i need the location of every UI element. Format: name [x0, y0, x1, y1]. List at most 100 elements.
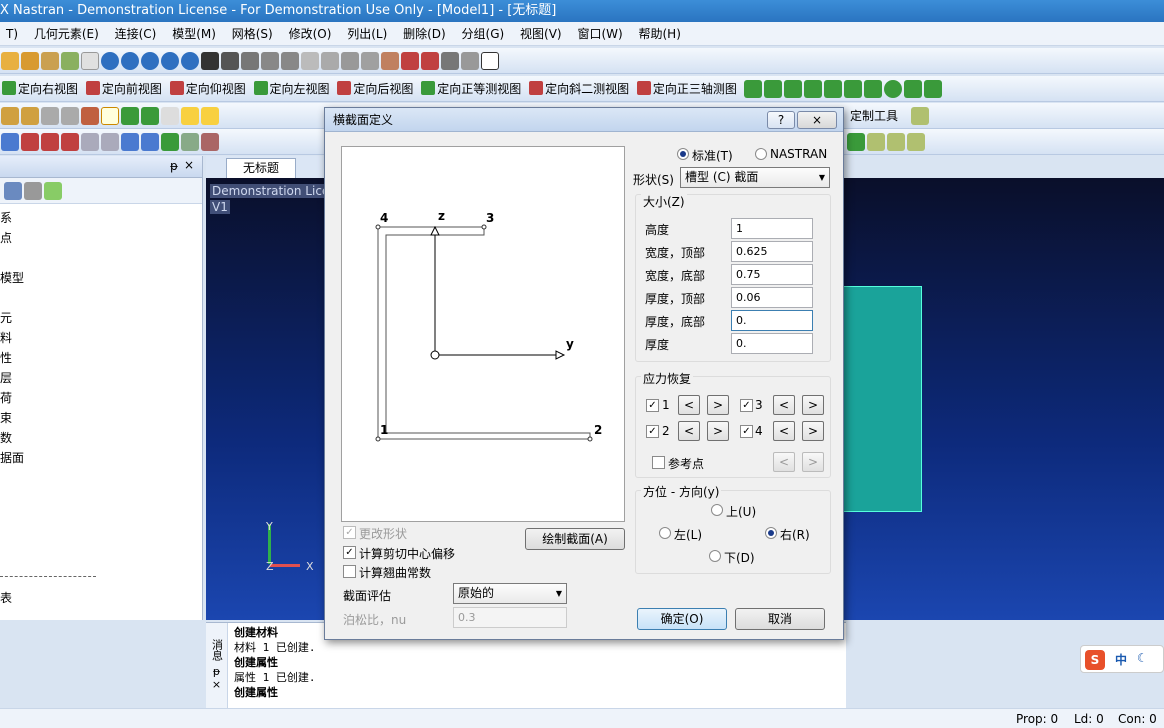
edit-icon[interactable]	[101, 107, 119, 125]
stress-4-prev-button[interactable]: <	[773, 421, 795, 441]
tool-icon[interactable]	[181, 133, 199, 151]
view-right-button[interactable]: 定向右视图	[2, 80, 78, 98]
tool-icon[interactable]	[1, 133, 19, 151]
menu-item-help[interactable]: 帮助(H)	[633, 22, 687, 46]
menu-item-mesh[interactable]: 网格(S)	[226, 22, 279, 46]
tool-icon[interactable]	[81, 133, 99, 151]
menu-item-group[interactable]: 分组(G)	[456, 22, 511, 46]
tool-icon[interactable]	[161, 133, 179, 151]
globe-icon[interactable]	[101, 52, 119, 70]
tool-icon[interactable]	[61, 133, 79, 151]
stress-4-next-button[interactable]: >	[802, 421, 824, 441]
rotate-icon[interactable]	[221, 52, 239, 70]
tree-item[interactable]: 料	[0, 328, 202, 348]
tree-item[interactable]: 层	[0, 368, 202, 388]
stress-1-prev-button[interactable]: <	[678, 395, 700, 415]
stress-point-2-checkbox[interactable]: ✓	[646, 425, 659, 438]
pin-icon[interactable]: ᵽ	[170, 159, 178, 173]
tree-item[interactable]: 表	[0, 588, 12, 608]
calc-warp-checkbox[interactable]	[343, 565, 356, 578]
green-tool-icon[interactable]	[763, 80, 782, 98]
green-tool-icon[interactable]	[783, 80, 802, 98]
width-top-input[interactable]: 0.625	[731, 241, 813, 262]
view-left-button[interactable]: 定向左视图	[253, 80, 330, 98]
height-input[interactable]: 1	[731, 218, 813, 239]
tool-icon[interactable]	[887, 133, 905, 151]
tool-icon[interactable]	[867, 133, 885, 151]
tab-untitled[interactable]: 无标题	[226, 158, 296, 178]
layers-icon[interactable]	[341, 52, 359, 70]
mesh-icon[interactable]	[61, 52, 79, 70]
menu-item[interactable]: T)	[0, 22, 24, 46]
menu-item-model[interactable]: 模型(M)	[166, 22, 222, 46]
select-icon[interactable]	[401, 52, 419, 70]
view-bottom-button[interactable]: 定向仰视图	[169, 80, 246, 98]
menu-item-view[interactable]: 视图(V)	[514, 22, 568, 46]
green-tool-icon[interactable]	[823, 80, 842, 98]
tree-item[interactable]: 据面	[0, 448, 202, 468]
standard-radio[interactable]	[677, 148, 689, 160]
view-dimetric-button[interactable]: 定向斜二测视图	[529, 80, 629, 98]
tree-item[interactable]: 数	[0, 428, 202, 448]
tool-icon[interactable]	[141, 107, 159, 125]
tool-icon[interactable]	[201, 133, 219, 151]
numbering-icon[interactable]	[161, 107, 179, 125]
orient-down-radio[interactable]	[709, 550, 721, 562]
render-icon[interactable]	[381, 52, 399, 70]
zoom-out-icon[interactable]	[281, 52, 299, 70]
tree-tool-icon[interactable]	[4, 182, 22, 200]
cylinder-icon[interactable]	[923, 80, 942, 98]
tree-item[interactable]: 束	[0, 408, 202, 428]
tree-item[interactable]: 性	[0, 348, 202, 368]
tool-icon[interactable]	[41, 133, 59, 151]
shape-select[interactable]: 槽型 (C) 截面	[680, 167, 830, 188]
tool-icon[interactable]	[1, 107, 19, 125]
calc-shear-checkbox[interactable]: ✓	[343, 546, 356, 559]
section-eval-select[interactable]: 原始的	[453, 583, 567, 604]
close-icon[interactable]: ×	[206, 678, 227, 691]
geometry-icon[interactable]	[41, 52, 59, 70]
thickness-top-input[interactable]: 0.06	[731, 287, 813, 308]
view-front-button[interactable]: 定向前视图	[85, 80, 162, 98]
tree-item[interactable]	[0, 288, 202, 308]
open-icon[interactable]	[21, 52, 39, 70]
arrow-right-icon[interactable]	[141, 52, 159, 70]
ok-button[interactable]: 确定(O)	[637, 608, 727, 630]
tool-icon[interactable]	[141, 133, 159, 151]
menu-item-connect[interactable]: 连接(C)	[109, 22, 163, 46]
zoom-in-icon[interactable]	[261, 52, 279, 70]
tool-icon[interactable]	[181, 107, 199, 125]
stress-3-prev-button[interactable]: <	[773, 395, 795, 415]
tool-icon[interactable]	[21, 133, 39, 151]
tool-icon[interactable]	[907, 133, 925, 151]
zoom-box-icon[interactable]	[301, 52, 319, 70]
stress-3-next-button[interactable]: >	[802, 395, 824, 415]
change-shape-checkbox[interactable]: ✓	[343, 526, 356, 539]
tree-item[interactable]: 系	[0, 208, 202, 228]
pick-icon[interactable]	[441, 52, 459, 70]
zoom-icon[interactable]	[241, 52, 259, 70]
green-tool-icon[interactable]	[803, 80, 822, 98]
brush-icon[interactable]	[44, 182, 62, 200]
fit-icon[interactable]	[321, 52, 339, 70]
close-icon[interactable]: ×	[184, 158, 194, 172]
ref-prev-button[interactable]: <	[773, 452, 795, 472]
options-icon[interactable]	[461, 52, 479, 70]
stress-point-4-checkbox[interactable]: ✓	[740, 425, 753, 438]
close-button[interactable]: ×	[797, 111, 837, 129]
orient-up-radio[interactable]	[711, 504, 723, 516]
pin-icon[interactable]: ᵽ	[206, 665, 227, 678]
orient-left-radio[interactable]	[659, 527, 671, 539]
tree-item[interactable]: 模型	[0, 268, 202, 288]
orient-right-radio[interactable]	[765, 527, 777, 539]
tool-icon[interactable]	[41, 107, 59, 125]
nastran-radio[interactable]	[755, 148, 767, 160]
tree-tool-icon[interactable]	[24, 182, 42, 200]
tree-item[interactable]: 元	[0, 308, 202, 328]
custom-tool-icon[interactable]	[911, 107, 929, 125]
stress-2-next-button[interactable]: >	[707, 421, 729, 441]
tool-icon[interactable]	[201, 107, 219, 125]
menu-item-delete[interactable]: 删除(D)	[397, 22, 452, 46]
new-icon[interactable]	[1, 52, 19, 70]
view-iso-button[interactable]: 定向正等测视图	[421, 80, 521, 98]
